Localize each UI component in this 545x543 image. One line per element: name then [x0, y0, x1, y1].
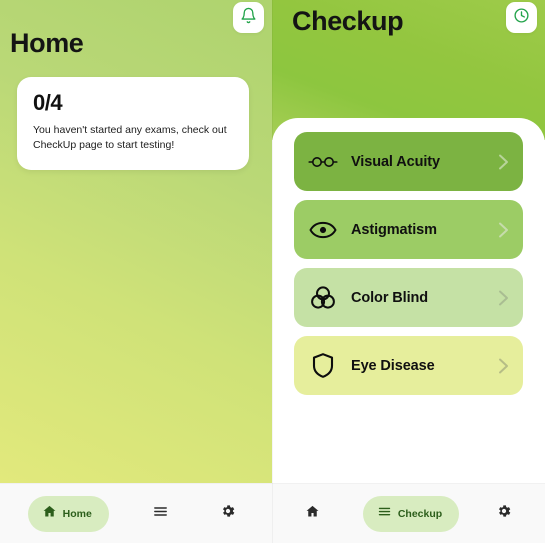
chevron-right-icon	[497, 288, 510, 307]
checkup-bottom-nav: Checkup	[272, 483, 545, 543]
test-label: Color Blind	[351, 289, 429, 306]
test-label: Visual Acuity	[351, 153, 440, 170]
list-icon	[377, 504, 392, 524]
list-icon	[152, 503, 169, 525]
test-row-visual-acuity[interactable]: Visual Acuity	[294, 132, 523, 191]
nav-item-home[interactable]	[297, 496, 334, 532]
home-screen: Home 0/4 You haven't started any exams, …	[0, 0, 272, 543]
panel-divider	[272, 0, 273, 543]
eye-icon	[308, 215, 338, 245]
home-icon	[42, 504, 57, 524]
chevron-right-icon	[497, 356, 510, 375]
glasses-icon	[308, 147, 338, 177]
exam-status-card[interactable]: 0/4 You haven't started any exams, check…	[17, 77, 249, 170]
test-list: Visual Acuity Astigmatism Color Blind Ey…	[272, 132, 545, 395]
history-button[interactable]	[506, 2, 537, 33]
nav-item-checkup[interactable]	[144, 496, 177, 532]
gear-icon	[496, 503, 512, 524]
home-icon	[305, 504, 320, 524]
nav-item-home-label: Home	[62, 507, 92, 520]
page-title: Home	[10, 28, 84, 58]
clock-icon	[513, 7, 530, 29]
home-bottom-nav: Home	[0, 483, 272, 543]
app-screenshot: Home 0/4 You haven't started any exams, …	[0, 0, 545, 543]
test-row-color-blind[interactable]: Color Blind	[294, 268, 523, 327]
nav-item-settings[interactable]	[488, 496, 520, 532]
checkup-test-sheet: Visual Acuity Astigmatism Color Blind Ey…	[272, 118, 545, 483]
home-content-area: Home 0/4 You haven't started any exams, …	[0, 0, 272, 483]
test-label: Eye Disease	[351, 357, 435, 374]
bell-icon	[240, 7, 257, 29]
checkup-page-title: Checkup	[292, 6, 404, 36]
checkup-screen: Checkup Visual Acuity Astigmatism Color …	[272, 0, 545, 543]
notification-button[interactable]	[233, 2, 264, 33]
exam-status-message: You haven't started any exams, check out…	[33, 124, 227, 152]
venn-circles-icon	[308, 283, 338, 313]
test-row-astigmatism[interactable]: Astigmatism	[294, 200, 523, 259]
gear-icon	[220, 503, 236, 524]
nav-item-checkup-label: Checkup	[397, 507, 443, 520]
chevron-right-icon	[497, 220, 510, 239]
checkup-content-area: Checkup Visual Acuity Astigmatism Color …	[272, 0, 545, 483]
test-label: Astigmatism	[351, 221, 437, 238]
test-row-eye-disease[interactable]: Eye Disease	[294, 336, 523, 395]
exam-progress-count: 0/4	[33, 90, 63, 115]
chevron-right-icon	[497, 152, 510, 171]
nav-item-checkup[interactable]: Checkup	[362, 495, 460, 532]
nav-item-home[interactable]: Home	[27, 495, 109, 532]
shield-icon	[308, 351, 338, 381]
nav-item-settings[interactable]	[212, 496, 244, 532]
